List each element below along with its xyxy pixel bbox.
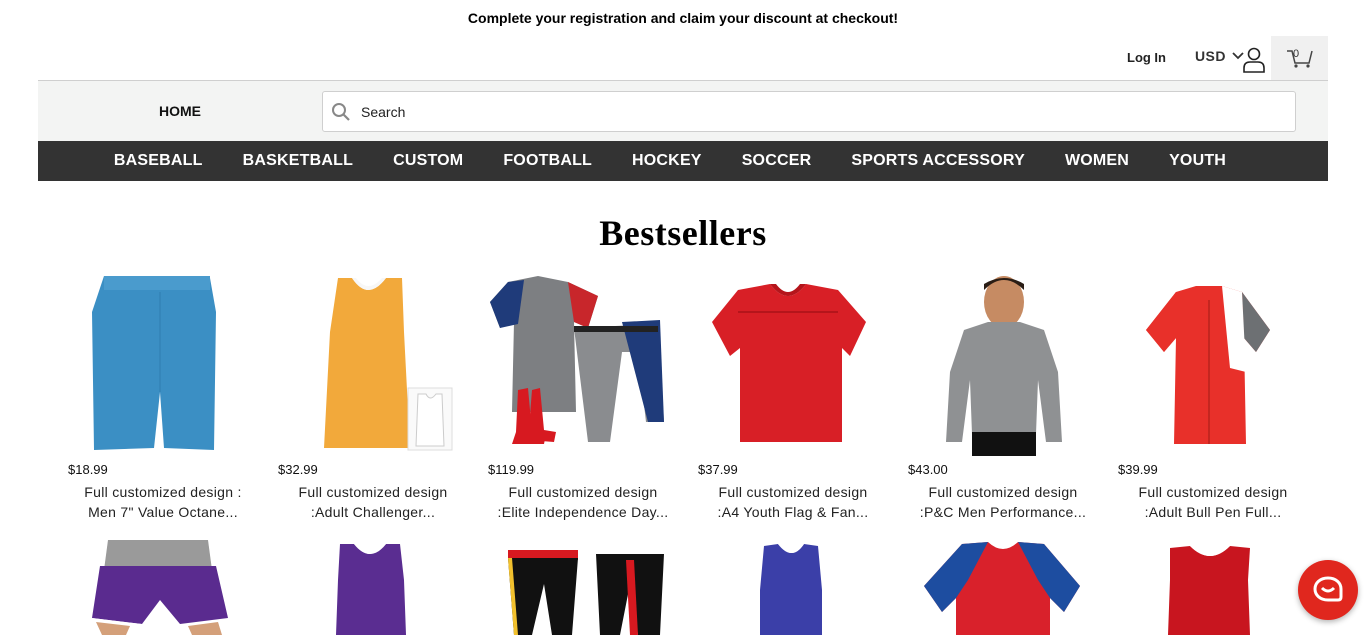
product-price: $43.00 [908, 462, 948, 477]
currency-label: USD [1194, 48, 1226, 64]
utility-bar: Log In USD 0 [38, 36, 1328, 80]
nav-item-custom[interactable]: CUSTOM [393, 152, 463, 170]
login-link[interactable]: Log In [1127, 50, 1166, 65]
promo-banner: Complete your registration and claim you… [467, 10, 899, 26]
product-image-red-jersey-2[interactable] [1118, 540, 1308, 635]
chat-widget-button[interactable] [1298, 560, 1358, 620]
product-image-red-jersey[interactable] [698, 272, 888, 456]
search-box[interactable] [322, 91, 1296, 132]
nav-item-football[interactable]: FOOTBALL [503, 152, 592, 170]
category-nav: BASEBALL BASKETBALL CUSTOM FOOTBALL HOCK… [38, 141, 1328, 181]
product-image-uniform-set[interactable] [488, 272, 678, 456]
product-name[interactable]: Full customized design :Adult Bull Pen F… [1118, 482, 1308, 522]
section-title: Bestsellers [599, 213, 767, 253]
search-input[interactable] [361, 92, 1281, 131]
nav-item-sports-accessory[interactable]: SPORTS ACCESSORY [851, 152, 1025, 170]
product-image-running-shorts[interactable] [68, 540, 258, 635]
product-price: $18.99 [68, 462, 108, 477]
nav-item-women[interactable]: WOMEN [1065, 152, 1129, 170]
search-bar: HOME [38, 81, 1328, 141]
product-image-shorts[interactable] [68, 272, 258, 456]
cart-button[interactable]: 0 [1271, 36, 1328, 80]
product-image-purple-reversible[interactable] [278, 540, 468, 635]
nav-item-soccer[interactable]: SOCCER [742, 152, 812, 170]
product-image-raglan-shirt[interactable] [908, 540, 1098, 635]
product-name[interactable]: Full customized design :P&C Men Performa… [908, 482, 1098, 522]
product-name[interactable]: Full customized design : Men 7" Value Oc… [68, 482, 258, 522]
nav-item-hockey[interactable]: HOCKEY [632, 152, 702, 170]
product-name[interactable]: Full customized design :Adult Challenger… [278, 482, 468, 522]
nav-item-basketball[interactable]: BASKETBALL [243, 152, 353, 170]
cart-count: 0 [1293, 48, 1300, 60]
product-name[interactable]: Full customized design :Elite Independen… [488, 482, 678, 522]
product-image-reversible-jersey[interactable] [278, 272, 468, 456]
nav-item-youth[interactable]: YOUTH [1169, 152, 1226, 170]
product-price: $119.99 [488, 462, 535, 477]
product-price: $39.99 [1118, 462, 1158, 477]
product-name[interactable]: Full customized design :A4 Youth Flag & … [698, 482, 888, 522]
currency-selector[interactable]: USD [1195, 48, 1244, 64]
product-image-baseball-jersey[interactable] [1118, 272, 1308, 456]
nav-item-baseball[interactable]: BASEBALL [114, 152, 203, 170]
product-image-softball-pants[interactable] [488, 540, 678, 635]
home-link[interactable]: HOME [159, 103, 201, 119]
product-price: $37.99 [698, 462, 738, 477]
product-image-model-long-sleeve[interactable] [908, 272, 1098, 456]
cart-icon [1287, 50, 1313, 68]
user-icon[interactable] [1242, 47, 1266, 73]
product-price: $32.99 [278, 462, 318, 477]
chat-icon [1313, 576, 1343, 602]
product-image-blue-reversible[interactable] [698, 540, 888, 635]
search-icon [332, 103, 350, 121]
